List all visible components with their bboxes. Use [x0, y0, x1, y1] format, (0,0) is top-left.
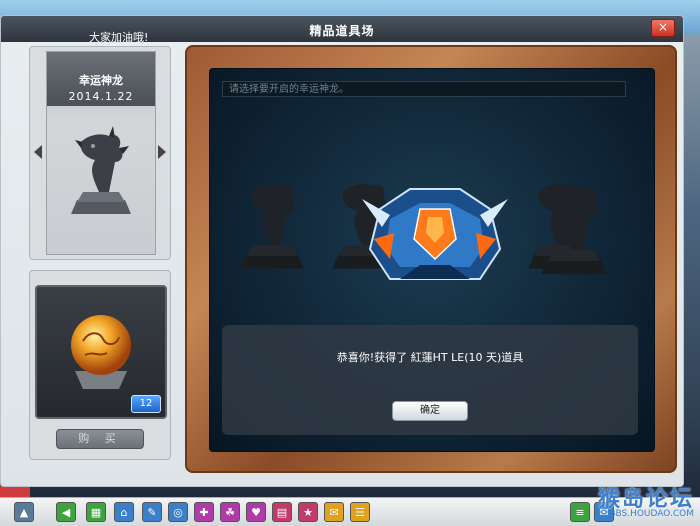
dragon-slot-5-icon[interactable]: [524, 173, 624, 283]
hint-field: 请选择要开启的幸运神龙。: [222, 81, 626, 97]
club-icon[interactable]: ◎: [168, 502, 188, 522]
item-panel: 12 购 买: [29, 270, 171, 460]
prev-dragon-arrow-icon[interactable]: [34, 145, 42, 159]
list-icon[interactable]: ≡: [570, 502, 590, 522]
start-icon[interactable]: ▲: [14, 502, 34, 522]
wood-frame: 请选择要开启的幸运神龙。 恭喜你!获得了 紅蓮HT LE(10 天)道具 确定: [185, 45, 677, 473]
dragon-statue-icon: [71, 126, 131, 214]
dragon-stage: 请选择要开启的幸运神龙。 恭喜你!获得了 紅蓮HT LE(10 天)道具 确定: [209, 68, 655, 452]
dragon-slot-1-icon[interactable]: [238, 169, 306, 279]
book-icon[interactable]: ▤: [272, 502, 292, 522]
confirm-button[interactable]: 确定: [392, 401, 468, 421]
item-count-badge: 12: [131, 395, 161, 413]
reward-kart-icon: [362, 188, 508, 280]
lucky-orb-icon: [71, 315, 131, 389]
back-icon[interactable]: ◀: [56, 502, 76, 522]
heart-icon[interactable]: ♥: [246, 502, 266, 522]
buy-button[interactable]: 购 买: [56, 429, 144, 449]
next-dragon-arrow-icon[interactable]: [158, 145, 166, 159]
dragon-card-header: 幸运神龙 2014.1.22: [47, 52, 155, 106]
item-slot[interactable]: 12: [35, 285, 167, 419]
window-subtitle: 大家加油哦!: [89, 31, 149, 44]
dragon-name: 幸运神龙: [79, 74, 123, 87]
shop-icon[interactable]: ▦: [86, 502, 106, 522]
result-dialog: 恭喜你!获得了 紅蓮HT LE(10 天)道具 确定: [222, 325, 638, 435]
dragon-selector-panel: 幸运神龙 2014.1.22: [29, 46, 171, 260]
premium-shop-window: 精品道具场 大家加油哦! × 幸运神龙 2014.1.22 12 购 买 请选择…: [0, 15, 684, 487]
result-message: 恭喜你!获得了 紅蓮HT LE(10 天)道具: [336, 351, 524, 364]
notice-icon[interactable]: ☰: [350, 502, 370, 522]
dragon-card: 幸运神龙 2014.1.22: [46, 51, 156, 255]
taskbar: ▲ ◀ ▦ ⌂ ✎ ◎ ✚ ☘ ♥ ▤ ★ ✉ ☰ ≡ ✉: [0, 497, 700, 526]
team-icon[interactable]: ☘: [220, 502, 240, 522]
chat-icon[interactable]: ✉: [324, 502, 344, 522]
watermark: 猴岛论坛 BBS.HOUDAO.COM: [598, 481, 694, 519]
window-titlebar: 精品道具场 大家加油哦! ×: [1, 16, 683, 44]
home-icon[interactable]: ⌂: [114, 502, 134, 522]
watermark-url: BBS.HOUDAO.COM: [609, 509, 694, 519]
dragon-date: 2014.1.22: [68, 90, 134, 103]
tool-icon[interactable]: ✎: [142, 502, 162, 522]
close-button[interactable]: ×: [651, 19, 675, 37]
star-icon[interactable]: ★: [298, 502, 318, 522]
gift-icon[interactable]: ✚: [194, 502, 214, 522]
